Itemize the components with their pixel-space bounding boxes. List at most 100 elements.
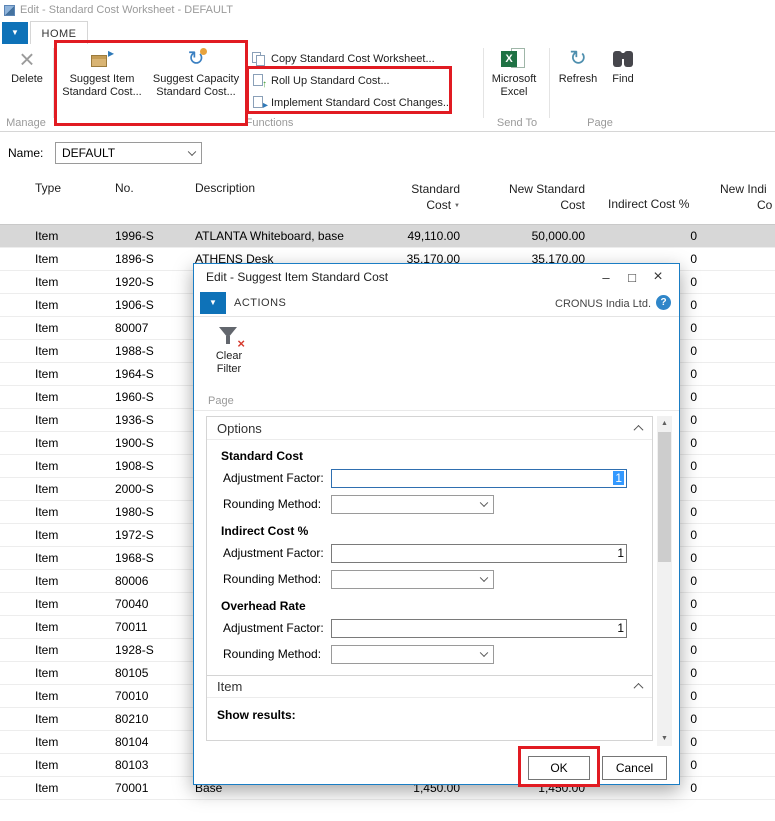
cell-indirect-cost: 0 <box>690 459 697 473</box>
dialog-titlebar[interactable]: Edit - Suggest Item Standard Cost – □ × <box>194 264 679 290</box>
scroll-down-arrow[interactable]: ▼ <box>657 731 672 746</box>
options-section-header[interactable]: Options <box>207 417 652 440</box>
cell-no: 1896-S <box>115 252 154 266</box>
cell-type: Item <box>35 436 59 450</box>
chevron-down-icon: ▼ <box>209 298 217 307</box>
cell-no: 1968-S <box>115 551 154 565</box>
suggest-item-label: Suggest Item Standard Cost... <box>62 73 142 98</box>
minimize-button[interactable]: – <box>593 270 619 285</box>
column-header-new-standard-cost[interactable]: New Standard Cost <box>509 181 585 213</box>
adjustment-factor-input[interactable]: 1 <box>331 543 627 563</box>
options-group: Standard Cost Adjustment Factor: 1 Round… <box>207 449 652 517</box>
tab-actions[interactable]: ACTIONS <box>234 297 286 309</box>
column-header-indirect-cost[interactable]: Indirect Cost % <box>608 197 689 211</box>
adjustment-factor-value: 1 <box>617 621 624 635</box>
cell-standard-cost: 49,110.00 <box>407 229 461 243</box>
cell-indirect-cost: 0 <box>690 229 697 243</box>
cell-no: 1980-S <box>115 505 154 519</box>
rounding-method-label: Rounding Method: <box>223 497 322 511</box>
cell-no: 80006 <box>115 574 149 588</box>
dialog-scrollbar[interactable]: ▲ ▼ <box>657 416 672 746</box>
cell-type: Item <box>35 597 59 611</box>
cell-no: 1908-S <box>115 459 154 473</box>
name-combobox[interactable]: DEFAULT <box>55 142 202 164</box>
copy-standard-cost-worksheet-item[interactable]: Copy Standard Cost Worksheet... <box>252 50 435 68</box>
cell-no: 1936-S <box>115 413 154 427</box>
clear-filter-button[interactable]: × Clear Filter <box>206 325 252 375</box>
adjustment-factor-input[interactable]: 1 <box>331 618 627 638</box>
help-icon[interactable]: ? <box>656 295 671 310</box>
suggest-capacity-standard-cost-button[interactable]: ↻ Suggest Capacity Standard Cost... <box>150 47 242 98</box>
cell-no: 80105 <box>115 666 149 680</box>
cell-type: Item <box>35 229 59 243</box>
cell-indirect-cost: 0 <box>690 735 697 749</box>
roll-up-standard-cost-item[interactable]: ↑ Roll Up Standard Cost... <box>252 72 390 90</box>
dialog-title: Edit - Suggest Item Standard Cost <box>206 270 389 284</box>
delete-button[interactable]: × Delete <box>4 46 50 86</box>
rounding-method-combobox[interactable] <box>331 569 494 589</box>
clear-filter-icon: × <box>216 325 245 350</box>
chevron-down-icon <box>479 573 489 583</box>
cancel-button[interactable]: Cancel <box>602 756 667 780</box>
item-section-title: Item <box>217 679 243 694</box>
item-section-header[interactable]: Item <box>207 675 652 698</box>
cell-indirect-cost: 0 <box>690 574 697 588</box>
rounding-method-label: Rounding Method: <box>223 647 322 661</box>
dialog-app-menu-button[interactable]: ▼ <box>200 292 226 314</box>
rounding-method-row: Rounding Method: <box>207 566 652 592</box>
window-title: Edit - Standard Cost Worksheet - DEFAULT <box>20 4 233 16</box>
group-separator <box>549 48 550 118</box>
cell-type: Item <box>35 620 59 634</box>
cell-type: Item <box>35 551 59 565</box>
cell-no: 70001 <box>115 781 149 795</box>
cell-no: 70010 <box>115 689 149 703</box>
adjustment-factor-input[interactable]: 1 <box>331 468 627 488</box>
cell-indirect-cost: 0 <box>690 666 697 680</box>
cell-no: 70011 <box>115 620 148 634</box>
cell-indirect-cost: 0 <box>690 689 697 703</box>
column-header-standard-cost[interactable]: Standard Cost ▼ <box>411 181 460 214</box>
tab-home[interactable]: HOME <box>30 21 88 45</box>
cell-no: 80104 <box>115 735 149 749</box>
cell-type: Item <box>35 482 59 496</box>
dialog-tab-row: ▼ ACTIONS CRONUS India Ltd. ? <box>194 290 679 317</box>
cell-indirect-cost: 0 <box>690 252 697 266</box>
cell-indirect-cost: 0 <box>690 551 697 565</box>
cell-type: Item <box>35 666 59 680</box>
cell-indirect-cost: 0 <box>690 367 697 381</box>
chevron-down-icon: ▼ <box>11 28 19 37</box>
adjustment-factor-row: Adjustment Factor: 1 <box>207 615 652 641</box>
window-titlebar[interactable]: Edit - Standard Cost Worksheet - DEFAULT <box>0 0 775 20</box>
show-results-label: Show results: <box>217 708 296 722</box>
rounding-method-combobox[interactable] <box>331 644 494 664</box>
app-menu-button[interactable]: ▼ <box>2 22 28 44</box>
implement-standard-cost-changes-item[interactable]: ▸ Implement Standard Cost Changes... <box>252 94 452 112</box>
microsoft-excel-button[interactable]: X Microsoft Excel <box>488 47 540 98</box>
column-header-type[interactable]: Type <box>35 181 61 195</box>
group-heading: Standard Cost <box>221 449 304 463</box>
refresh-button[interactable]: ↻ Refresh <box>556 47 600 86</box>
group-label-page: Page <box>587 117 613 129</box>
excel-icon: X <box>500 47 528 71</box>
cell-indirect-cost: 0 <box>690 758 697 772</box>
find-button[interactable]: Find <box>604 47 642 86</box>
implement-icon: ▸ <box>252 96 268 111</box>
suggest-item-standard-cost-button[interactable]: ▸ Suggest Item Standard Cost... <box>58 47 146 98</box>
column-header-description[interactable]: Description <box>195 181 255 195</box>
close-button[interactable]: × <box>645 268 671 286</box>
sort-filter-icon[interactable]: ▼ <box>454 203 460 209</box>
maximize-button[interactable]: □ <box>619 270 645 285</box>
cell-type: Item <box>35 459 59 473</box>
scrollbar-thumb[interactable] <box>658 432 671 562</box>
column-header-no[interactable]: No. <box>115 181 134 195</box>
table-header: Type No. Description Standard Cost ▼ New … <box>0 175 775 225</box>
scroll-up-arrow[interactable]: ▲ <box>657 416 672 431</box>
cell-no: 1960-S <box>115 390 154 404</box>
table-row[interactable]: Item 1996-S ATLANTA Whiteboard, base 49,… <box>0 225 775 248</box>
ok-button[interactable]: OK <box>528 756 590 780</box>
column-header-new-indirect-cost[interactable]: New Indi Co <box>720 181 772 213</box>
rounding-method-combobox[interactable] <box>331 494 494 514</box>
cell-type: Item <box>35 643 59 657</box>
cell-indirect-cost: 0 <box>690 321 697 335</box>
group-separator <box>53 48 54 118</box>
